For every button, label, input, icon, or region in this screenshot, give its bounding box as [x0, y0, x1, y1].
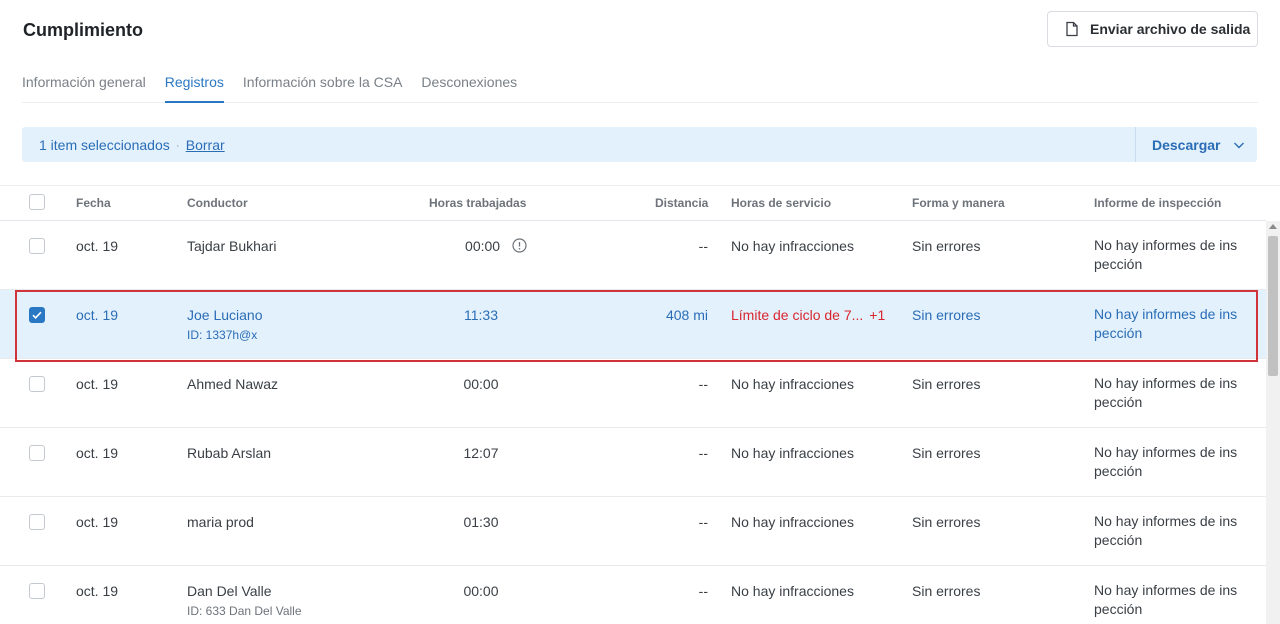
- row-hours-cell: 00:00: [436, 238, 556, 254]
- send-output-file-button[interactable]: Enviar archivo de salida: [1047, 11, 1258, 47]
- download-label: Descargar: [1152, 136, 1221, 153]
- row-hos: No hay infracciones: [731, 583, 854, 599]
- row-form: Sin errores: [912, 514, 981, 530]
- selection-count: 1 item seleccionados: [39, 136, 170, 153]
- row-hos-violation[interactable]: Límite de ciclo de 7... +1: [731, 307, 885, 323]
- row-inspection: No hay informes de ins pección: [1094, 513, 1238, 548]
- scrollbar-thumb[interactable]: [1268, 236, 1278, 376]
- row-form: Sin errores: [912, 583, 981, 599]
- tab-records[interactable]: Registros: [164, 72, 224, 103]
- row-checkbox[interactable]: [29, 514, 45, 530]
- tab-disconnections[interactable]: Desconexiones: [421, 72, 517, 103]
- table-row-selected[interactable]: oct. 19 Joe Luciano ID: 1337h@x 11:33 40…: [0, 290, 1266, 359]
- row-checkbox[interactable]: [29, 583, 45, 599]
- tab-bar: Información general Registros Informació…: [22, 72, 1258, 103]
- row-hours: 00:00: [463, 376, 499, 392]
- table-header: Fecha Conductor Horas trabajadas Distanc…: [0, 185, 1266, 221]
- row-date: oct. 19: [76, 376, 119, 392]
- row-driver[interactable]: Rubab Arslan: [187, 445, 271, 461]
- chevron-down-icon: [1233, 142, 1244, 148]
- row-hours: 00:00: [465, 238, 501, 254]
- row-distance: --: [698, 238, 708, 254]
- select-all-checkbox[interactable]: [29, 194, 45, 210]
- row-inspection: No hay informes de ins pección: [1094, 237, 1238, 272]
- row-form: Sin errores: [912, 307, 981, 323]
- page-title: Cumplimiento: [23, 20, 143, 40]
- selection-bar: 1 item seleccionados · Borrar Descargar: [22, 127, 1257, 162]
- row-checkbox[interactable]: [29, 376, 45, 392]
- row-checkbox-checked[interactable]: [29, 307, 45, 323]
- clear-selection-link[interactable]: Borrar: [186, 137, 225, 153]
- scroll-up-arrow-icon[interactable]: [1269, 224, 1277, 229]
- row-driver-id: ID: 1337h@x: [187, 328, 258, 342]
- info-icon[interactable]: [512, 238, 527, 253]
- row-hours: 00:00: [463, 583, 499, 599]
- row-hours: 12:07: [463, 445, 499, 461]
- row-hours: 01:30: [463, 514, 499, 530]
- row-driver[interactable]: maria prod: [187, 514, 254, 530]
- row-checkbox[interactable]: [29, 238, 45, 254]
- row-driver-id: ID: 633 Dan Del Valle: [187, 604, 302, 618]
- row-form: Sin errores: [912, 445, 981, 461]
- row-checkbox[interactable]: [29, 445, 45, 461]
- row-hours: 11:33: [464, 307, 498, 323]
- row-distance: --: [698, 514, 708, 530]
- row-form: Sin errores: [912, 376, 981, 392]
- col-form-manner[interactable]: Forma y manera: [912, 196, 1005, 210]
- selection-separator: ·: [175, 137, 180, 152]
- col-hours-worked[interactable]: Horas trabajadas: [429, 196, 526, 210]
- col-driver[interactable]: Conductor: [187, 196, 248, 210]
- row-hos: No hay infracciones: [731, 376, 854, 392]
- download-dropdown[interactable]: Descargar: [1135, 127, 1257, 162]
- row-distance: --: [698, 445, 708, 461]
- row-inspection: No hay informes de ins pección: [1094, 375, 1238, 410]
- col-inspection-report[interactable]: Informe de inspección: [1094, 196, 1221, 210]
- row-inspection: No hay informes de ins pección: [1094, 582, 1238, 617]
- row-form: Sin errores: [912, 238, 981, 254]
- checkmark-icon: [32, 311, 42, 319]
- row-date: oct. 19: [76, 514, 119, 530]
- violation-more-count[interactable]: +1: [869, 307, 885, 323]
- row-driver[interactable]: Tajdar Bukhari: [187, 238, 277, 254]
- send-button-label: Enviar archivo de salida: [1090, 21, 1251, 37]
- row-driver[interactable]: Joe Luciano: [187, 307, 263, 323]
- col-hours-of-service[interactable]: Horas de servicio: [731, 196, 831, 210]
- row-date: oct. 19: [76, 445, 119, 461]
- row-distance: --: [698, 376, 708, 392]
- row-driver[interactable]: Dan Del Valle: [187, 583, 272, 599]
- row-inspection: No hay informes de ins pección: [1094, 444, 1238, 479]
- tab-general-info[interactable]: Información general: [22, 72, 146, 103]
- row-hos: No hay infracciones: [731, 514, 854, 530]
- row-hos: No hay infracciones: [731, 445, 854, 461]
- row-driver[interactable]: Ahmed Nawaz: [187, 376, 278, 392]
- row-date: oct. 19: [76, 238, 119, 254]
- table-row[interactable]: oct. 19 maria prod 01:30 -- No hay infra…: [0, 497, 1266, 566]
- row-inspection: No hay informes de ins pección: [1094, 306, 1238, 341]
- row-distance: 408 mi: [665, 307, 708, 323]
- table-row[interactable]: oct. 19 Dan Del Valle ID: 633 Dan Del Va…: [0, 566, 1266, 624]
- row-date: oct. 19: [76, 583, 119, 599]
- tab-csa-info[interactable]: Información sobre la CSA: [243, 72, 403, 103]
- table-row[interactable]: oct. 19 Ahmed Nawaz 00:00 -- No hay infr…: [0, 359, 1266, 428]
- col-date[interactable]: Fecha: [76, 196, 111, 210]
- row-hos: No hay infracciones: [731, 238, 854, 254]
- violation-text: Límite de ciclo de 7...: [731, 307, 864, 323]
- table-row[interactable]: oct. 19 Tajdar Bukhari 00:00 -- No hay i…: [0, 221, 1266, 290]
- row-date: oct. 19: [76, 307, 119, 323]
- row-distance: --: [698, 583, 708, 599]
- file-icon: [1066, 21, 1078, 37]
- table-row[interactable]: oct. 19 Rubab Arslan 12:07 -- No hay inf…: [0, 428, 1266, 497]
- col-distance[interactable]: Distancia: [655, 196, 708, 210]
